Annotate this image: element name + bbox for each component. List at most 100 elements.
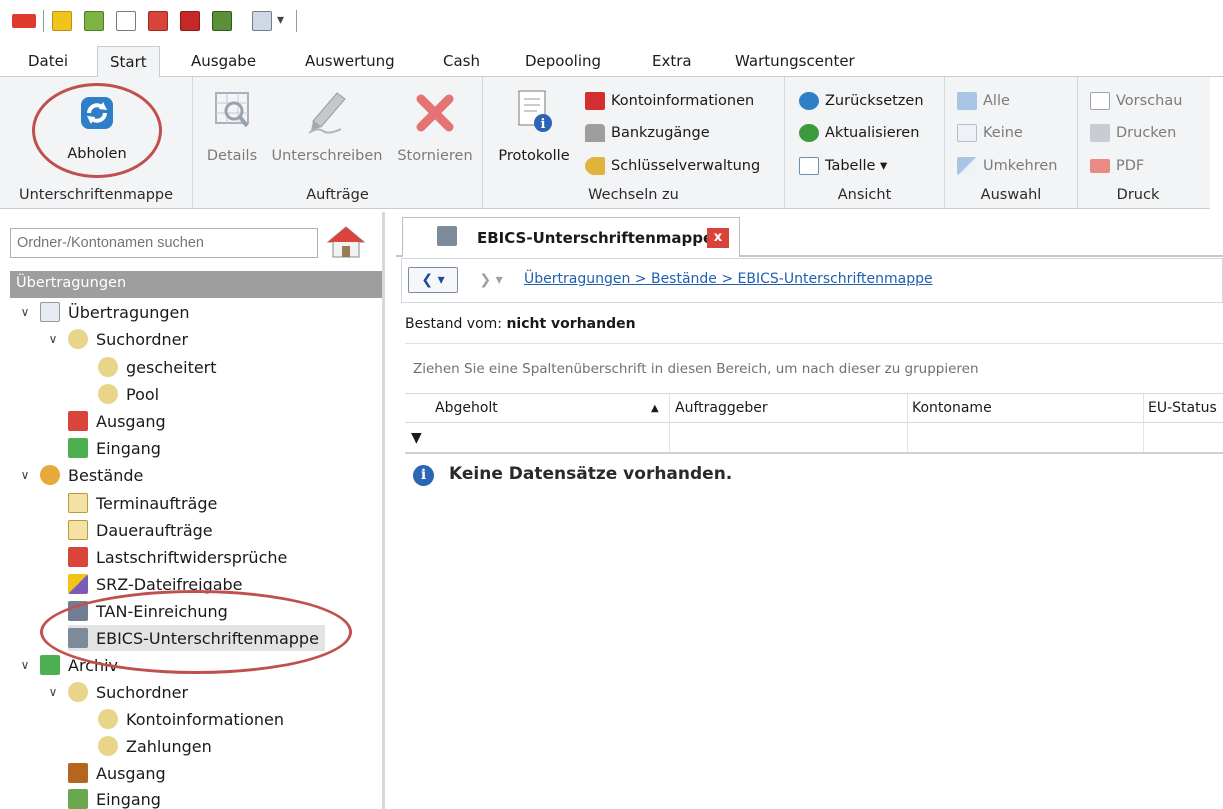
tree-item-archiv-ausgang[interactable]: Ausgang [68, 760, 166, 786]
tree-item-eingang[interactable]: Eingang [68, 435, 161, 461]
archive-outbox-icon [68, 763, 88, 783]
grid-filter-row[interactable] [405, 423, 1223, 454]
column-header-kontoname[interactable]: Kontoname [912, 400, 992, 416]
document-arrow-icon[interactable] [84, 11, 104, 31]
forward-button[interactable]: ❯ ▾ [470, 267, 512, 293]
schluesselverwaltung-button[interactable]: Schlüsselverwaltung [585, 154, 760, 178]
app-logo-icon [12, 14, 36, 28]
tree-label: Bestände [68, 465, 144, 485]
inbox-icon [68, 438, 88, 458]
tree-item-lastschriftwidersprueche[interactable]: Lastschriftwidersprüche [68, 544, 287, 570]
column-header-abgeholt[interactable]: Abgeholt [435, 400, 498, 416]
tree-item-archiv-eingang[interactable]: Eingang [68, 786, 161, 809]
page-play-icon[interactable] [116, 11, 136, 31]
tree-item-gescheitert[interactable]: gescheitert [98, 354, 217, 380]
group-by-drop-area[interactable]: Ziehen Sie eine Spaltenüberschrift in di… [405, 343, 1223, 393]
tree-item-suchordner[interactable]: ∨ Suchordner [46, 326, 188, 352]
alle-button[interactable]: Alle [957, 89, 1010, 113]
tab-auswertung[interactable]: Auswertung [305, 52, 395, 70]
chevron-down-icon[interactable]: ∨ [18, 658, 32, 672]
transfer-icon[interactable] [148, 11, 168, 31]
refresh-icon [799, 124, 819, 142]
group-label-auftraege: Aufträge [306, 187, 369, 203]
notepad-icon[interactable] [52, 11, 72, 31]
tab-extra[interactable]: Extra [652, 52, 692, 70]
breadcrumb[interactable]: Übertragungen > Bestände > EBICS-Untersc… [524, 271, 933, 287]
column-header-eu-status[interactable]: EU-Status [1148, 400, 1217, 416]
chevron-down-icon[interactable]: ∨ [18, 305, 32, 319]
tree-item-archiv-suchordner[interactable]: ∨ Suchordner [46, 679, 188, 705]
vorschau-label: Vorschau [1116, 93, 1183, 109]
tab-cash[interactable]: Cash [443, 52, 480, 70]
tab-depooling[interactable]: Depooling [525, 52, 601, 70]
green-screen-icon[interactable] [212, 11, 232, 31]
panel-splitter[interactable] [382, 212, 385, 809]
tree-label: Suchordner [96, 682, 189, 702]
filter-icon[interactable]: ▼ [411, 430, 422, 446]
close-tab-button[interactable]: x [707, 228, 729, 248]
highlight-ellipse-ebics-tree-item [40, 590, 352, 674]
pdf-button[interactable]: PDF [1090, 154, 1144, 178]
bankzugaenge-button[interactable]: Bankzugänge [585, 121, 710, 145]
tree-label: Übertragungen [68, 302, 190, 322]
stornieren-label: Stornieren [397, 148, 473, 164]
chevron-down-icon[interactable]: ∨ [46, 685, 60, 699]
tree-item-pool[interactable]: Pool [98, 381, 159, 407]
drucken-button[interactable]: Drucken [1090, 121, 1176, 145]
aktualisieren-button[interactable]: Aktualisieren [799, 121, 919, 145]
chevron-down-icon[interactable]: ∨ [46, 332, 60, 346]
umkehren-button[interactable]: Umkehren [957, 154, 1057, 178]
document-tab-title: EBICS-Unterschriftenmappe [477, 228, 714, 247]
keine-label: Keine [983, 125, 1023, 141]
group-label-druck: Druck [1116, 187, 1160, 203]
tab-start[interactable]: Start [97, 46, 160, 78]
details-button[interactable]: Details [201, 85, 263, 175]
tab-datei[interactable]: Datei [28, 52, 68, 70]
keine-button[interactable]: Keine [957, 121, 1023, 145]
stornieren-button[interactable]: Stornieren [395, 85, 475, 175]
tree-item-bestaende[interactable]: ∨ Bestände [18, 462, 143, 488]
unterschreiben-button[interactable]: Unterschreiben [267, 85, 387, 175]
tabelle-dropdown[interactable]: Tabelle ▾ [799, 154, 887, 178]
ribbon: Abholen Unterschriftenmappe Details Unte… [0, 77, 1210, 209]
kontoinformationen-label: Kontoinformationen [611, 93, 755, 109]
folder-search-input[interactable] [10, 228, 318, 258]
highlight-ellipse-abholen [32, 83, 162, 178]
group-by-hint: Ziehen Sie eine Spaltenüberschrift in di… [413, 361, 979, 377]
back-button[interactable]: ❮ ▾ [408, 267, 458, 293]
pdf-icon [1090, 159, 1110, 173]
tree-item-dauerauftraege[interactable]: Daueraufträge [68, 517, 213, 543]
forward-arrow-icon: ❯ ▾ [479, 272, 503, 288]
chevron-down-icon[interactable]: ∨ [18, 468, 32, 482]
lock-document-icon[interactable] [252, 11, 272, 31]
tree-item-ausgang[interactable]: Ausgang [68, 408, 166, 434]
kontoinformationen-button[interactable]: Kontoinformationen [585, 89, 754, 113]
tab-ausgabe[interactable]: Ausgabe [191, 52, 256, 70]
protokolle-button[interactable]: i Protokolle [491, 85, 577, 175]
red-card-icon[interactable] [180, 11, 200, 31]
tree-label: Kontoinformationen [126, 709, 285, 729]
empty-state-message: Keine Datensätze vorhanden. [449, 464, 733, 484]
tree-item-uebertragungen[interactable]: ∨ Übertragungen [18, 299, 190, 325]
tree-item-zahlungen[interactable]: Zahlungen [98, 733, 212, 759]
tree-label: Ausgang [96, 763, 166, 783]
tree-item-kontoinformationen[interactable]: Kontoinformationen [98, 706, 284, 732]
search-folder-icon [98, 384, 118, 404]
envelope-icon [40, 302, 60, 322]
table-icon [799, 157, 819, 175]
bankzugaenge-label: Bankzugänge [611, 125, 710, 141]
tree-item-terminauftraege[interactable]: Terminaufträge [68, 490, 217, 516]
calendar-icon [68, 493, 88, 513]
home-icon[interactable] [326, 224, 366, 260]
tab-wartungscenter[interactable]: Wartungscenter [735, 52, 855, 70]
vorschau-button[interactable]: Vorschau [1090, 89, 1182, 113]
group-label-ansicht: Ansicht [837, 187, 892, 203]
customize-toolbar-icon[interactable]: ▾ [277, 12, 284, 28]
svg-text:i: i [541, 117, 546, 132]
bestand-label: Bestand vom: [405, 316, 502, 332]
tree-label: gescheitert [126, 357, 217, 377]
zuruecksetzen-button[interactable]: Zurücksetzen [799, 89, 924, 113]
invert-selection-icon [957, 157, 977, 175]
column-header-auftraggeber[interactable]: Auftraggeber [675, 400, 768, 416]
bestand-info: Bestand vom: nicht vorhanden [405, 316, 636, 332]
